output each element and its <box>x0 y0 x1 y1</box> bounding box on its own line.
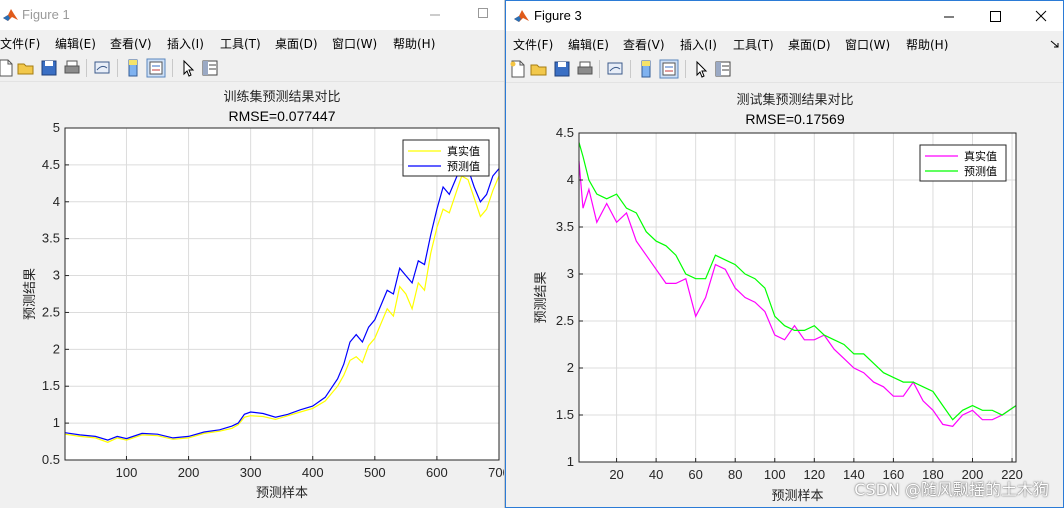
x-tick-label: 60 <box>688 467 702 482</box>
legend-label-1: 真实值 <box>447 144 480 158</box>
y-tick-label: 2.5 <box>556 313 574 328</box>
y-tick-label: 4.5 <box>42 157 60 172</box>
x-tick-label: 120 <box>803 467 825 482</box>
x-tick-label: 20 <box>609 467 623 482</box>
figure3-plot[interactable]: 测试集预测结果对比RMSE=0.1756920 40 60 80 100 120 140 16… <box>506 1 1064 508</box>
x-tick-label: 300 <box>240 465 262 480</box>
x-tick-label: 500 <box>364 465 386 480</box>
figure3-window: Figure 3 文件(F) 编辑(E) 查看(V) 插入(I) 工具(T) 桌… <box>505 0 1064 508</box>
y-tick-label: 2.5 <box>42 304 60 319</box>
chart-title: 训练集预测结果对比 <box>223 89 340 105</box>
x-tick-label: 700 <box>488 465 505 480</box>
watermark: CSDN @随风飘摇的土木狗 <box>854 480 1049 499</box>
x-tick-label: 100 <box>764 467 786 482</box>
y-tick-label: 1 <box>53 415 60 430</box>
plot-area <box>579 133 1016 462</box>
figure1-plot[interactable]: 训练集预测结果对比 RMSE=0.077447 100 200 300 400 500 600… <box>0 0 505 508</box>
x-tick-label: 400 <box>302 465 324 480</box>
y-axis-label: 预测结果 <box>23 268 38 320</box>
y-tick-label: 3.5 <box>556 219 574 234</box>
legend-label-1: 真实值 <box>964 149 997 163</box>
y-tick-label: 3.5 <box>42 231 60 246</box>
y-tick-label: 1 <box>567 454 574 469</box>
x-tick-label: 200 <box>178 465 200 480</box>
x-tick-label: 80 <box>728 467 742 482</box>
x-tick-label: 40 <box>649 467 663 482</box>
y-tick-label: 4 <box>567 172 574 187</box>
legend-label-2: 预测值 <box>447 160 480 173</box>
x-axis-label: 预测样本 <box>771 489 823 504</box>
plot-area <box>65 128 499 460</box>
y-tick-label: 1.5 <box>42 378 60 393</box>
x-tick-label: 600 <box>426 465 448 480</box>
chart-subtitle: RMSE=0.077447 <box>228 108 335 124</box>
x-axis-label: 预测样本 <box>256 486 308 501</box>
y-tick-label: 2 <box>53 341 60 356</box>
chart-title: 测试集预测结果对比 <box>736 92 853 108</box>
y-tick-label: 3 <box>53 268 60 283</box>
legend-label-2: 预测值 <box>964 165 997 178</box>
y-tick-label: 2 <box>567 360 574 375</box>
y-axis-label: 预测结果 <box>534 271 549 323</box>
x-tick-label: 100 <box>116 465 138 480</box>
y-tick-label: 4 <box>53 194 60 209</box>
chart-subtitle: RMSE=0.17569 <box>745 111 844 127</box>
y-tick-label: 3 <box>567 266 574 281</box>
figure1-window: Figure 1 文件(F) 编辑(E) 查看(V) 插入(I) 工具(T) 桌… <box>0 0 505 508</box>
y-tick-label: 4.5 <box>556 125 574 140</box>
y-tick-label: 1.5 <box>556 407 574 422</box>
y-tick-label: 0.5 <box>42 452 60 467</box>
y-tick-label: 5 <box>53 120 60 135</box>
